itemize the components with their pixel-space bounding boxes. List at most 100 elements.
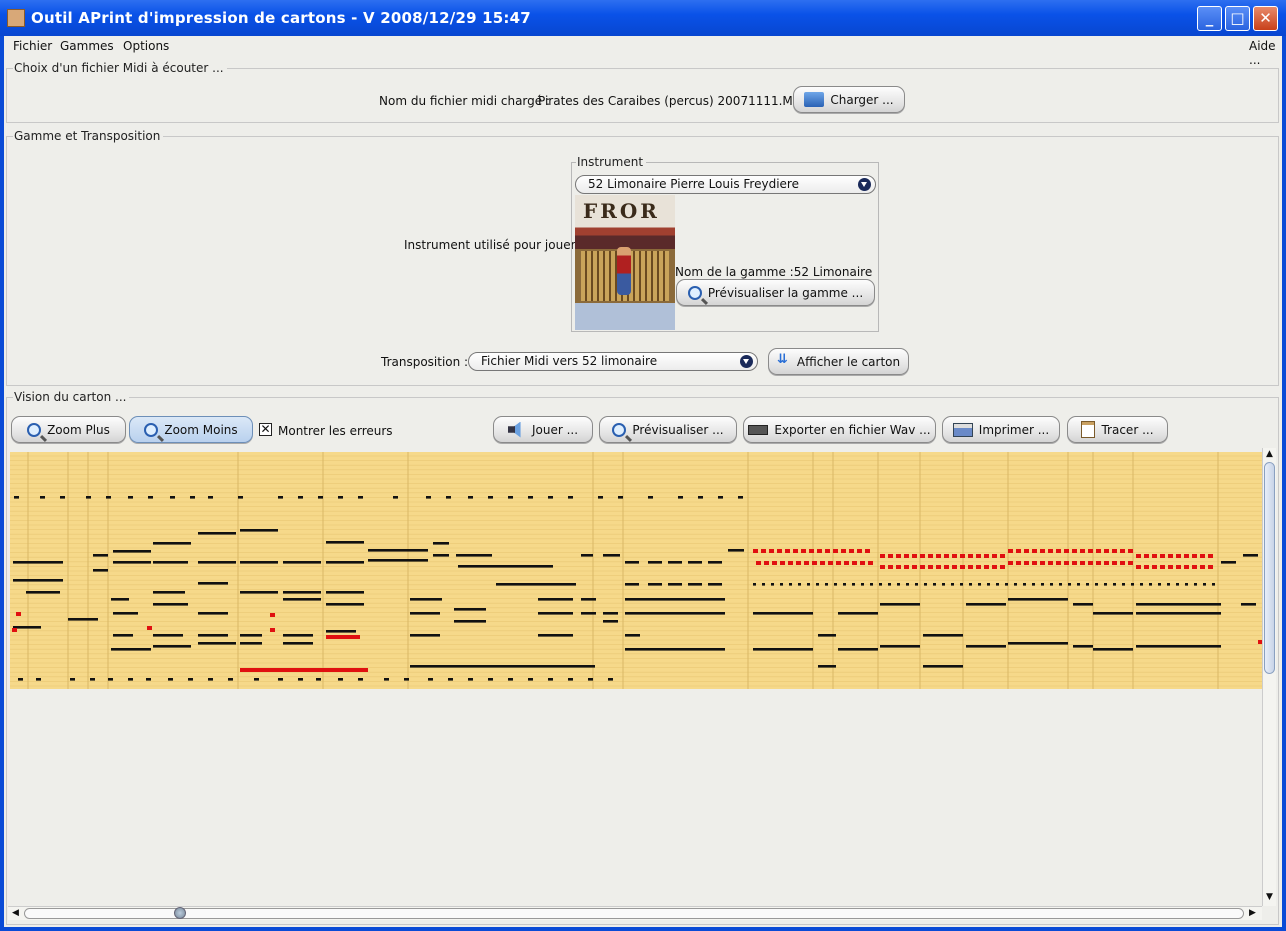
scroll-right-icon[interactable]: ▶: [1249, 908, 1256, 918]
card-note: [728, 549, 744, 552]
card-note: [538, 598, 573, 601]
card-note: [1032, 583, 1035, 586]
card-note: [688, 583, 702, 586]
card-note: [113, 550, 151, 553]
card-note: [1014, 583, 1017, 586]
error-note: [1200, 554, 1205, 558]
error-note: [1192, 565, 1197, 569]
error-note: [785, 549, 790, 553]
scroll-up-icon[interactable]: ▲: [1266, 449, 1273, 459]
card-note: [825, 583, 828, 586]
card-note: [410, 665, 595, 668]
card-note: [111, 648, 151, 651]
card-note: [1243, 554, 1258, 557]
error-note: [860, 561, 865, 565]
error-note: [1176, 554, 1181, 558]
menu-options[interactable]: Options: [123, 39, 169, 53]
error-note: [849, 549, 854, 553]
card-note: [410, 612, 440, 615]
card-note: [433, 554, 449, 557]
error-note: [1080, 549, 1085, 553]
card-roll[interactable]: [8, 448, 1262, 906]
preview-scale-button[interactable]: Prévisualiser la gamme ...: [676, 279, 875, 306]
print-button[interactable]: Imprimer ...: [942, 416, 1060, 443]
vertical-scroll-thumb[interactable]: [1264, 462, 1275, 674]
maximize-button[interactable]: □: [1225, 6, 1250, 31]
error-note: [1032, 561, 1037, 565]
error-note: [793, 549, 798, 553]
error-note: [1112, 549, 1117, 553]
card-canvas[interactable]: [8, 448, 1262, 906]
card-note: [1077, 583, 1080, 586]
card-note: [198, 612, 228, 615]
card-note: [1093, 648, 1133, 651]
vertical-scrollbar[interactable]: ▲ ▼: [1262, 448, 1276, 906]
horizontal-scroll-track[interactable]: [24, 908, 1244, 919]
card-note: [1059, 583, 1062, 586]
card-note: [1104, 583, 1107, 586]
error-note: [801, 549, 806, 553]
card-note: [1093, 612, 1133, 615]
card-note: [1136, 612, 1221, 615]
zoom-minus-button[interactable]: Zoom Moins: [129, 416, 253, 443]
card-note: [581, 612, 596, 615]
title-bar[interactable]: Outil APrint d'impression de cartons - V…: [0, 0, 1286, 36]
error-note: [912, 565, 917, 569]
error-note: [147, 626, 152, 630]
export-wav-button[interactable]: Exporter en fichier Wav ...: [743, 416, 936, 443]
error-note: [928, 554, 933, 558]
card-note: [14, 496, 19, 499]
preview-scale-label: Prévisualiser la gamme ...: [707, 285, 864, 300]
scroll-down-icon[interactable]: ▼: [1266, 892, 1273, 902]
error-note: [928, 565, 933, 569]
play-button[interactable]: Jouer ...: [493, 416, 593, 443]
menu-aide[interactable]: Aide ...: [1249, 39, 1282, 67]
magnifier-icon: [612, 422, 627, 437]
card-note: [468, 678, 473, 681]
speaker-icon: [507, 421, 521, 438]
error-note: [804, 561, 809, 565]
show-errors-checkbox[interactable]: ✕: [259, 423, 272, 436]
minimize-icon: _: [1205, 9, 1214, 27]
menu-fichier[interactable]: Fichier: [13, 39, 52, 53]
card-note: [488, 678, 493, 681]
error-note: [788, 561, 793, 565]
error-note: [1080, 561, 1085, 565]
card-note: [238, 496, 243, 499]
error-note: [1120, 561, 1125, 565]
preview-button[interactable]: Prévisualiser ...: [599, 416, 737, 443]
close-button[interactable]: ✕: [1253, 6, 1278, 31]
error-note: [1184, 554, 1189, 558]
show-card-button[interactable]: ⇊ Afficher le carton: [768, 348, 909, 375]
magnifier-icon: [144, 422, 159, 437]
card-note: [588, 678, 593, 681]
card-note: [1136, 645, 1221, 648]
card-note: [852, 583, 855, 586]
zoom-plus-button[interactable]: Zoom Plus: [11, 416, 126, 443]
error-note: [270, 613, 275, 617]
error-note: [1072, 549, 1077, 553]
error-note: [1048, 561, 1053, 565]
card-note: [879, 583, 882, 586]
error-note: [753, 549, 758, 553]
midi-file-label: Nom du fichier midi chargé :: [379, 94, 551, 108]
horizontal-scrollbar[interactable]: ◀ ▶: [8, 906, 1262, 920]
app-window: Outil APrint d'impression de cartons - V…: [0, 0, 1286, 931]
minimize-button[interactable]: _: [1197, 6, 1222, 31]
card-note: [987, 583, 990, 586]
scroll-left-icon[interactable]: ◀: [12, 908, 19, 918]
menu-gammes[interactable]: Gammes: [60, 39, 114, 53]
transposition-select[interactable]: Fichier Midi vers 52 limonaire: [468, 352, 758, 371]
error-note: [960, 554, 965, 558]
trace-button[interactable]: Tracer ...: [1067, 416, 1168, 443]
instrument-select[interactable]: 52 Limonaire Pierre Louis Freydiere: [575, 175, 876, 194]
error-note: [888, 565, 893, 569]
horizontal-scroll-thumb[interactable]: [174, 907, 186, 919]
card-note: [1023, 583, 1026, 586]
card-note: [70, 678, 75, 681]
load-button[interactable]: Charger ...: [793, 86, 905, 113]
card-note: [608, 678, 613, 681]
error-note: [12, 628, 17, 632]
zoom-plus-label: Zoom Plus: [47, 422, 110, 437]
card-note: [598, 496, 603, 499]
